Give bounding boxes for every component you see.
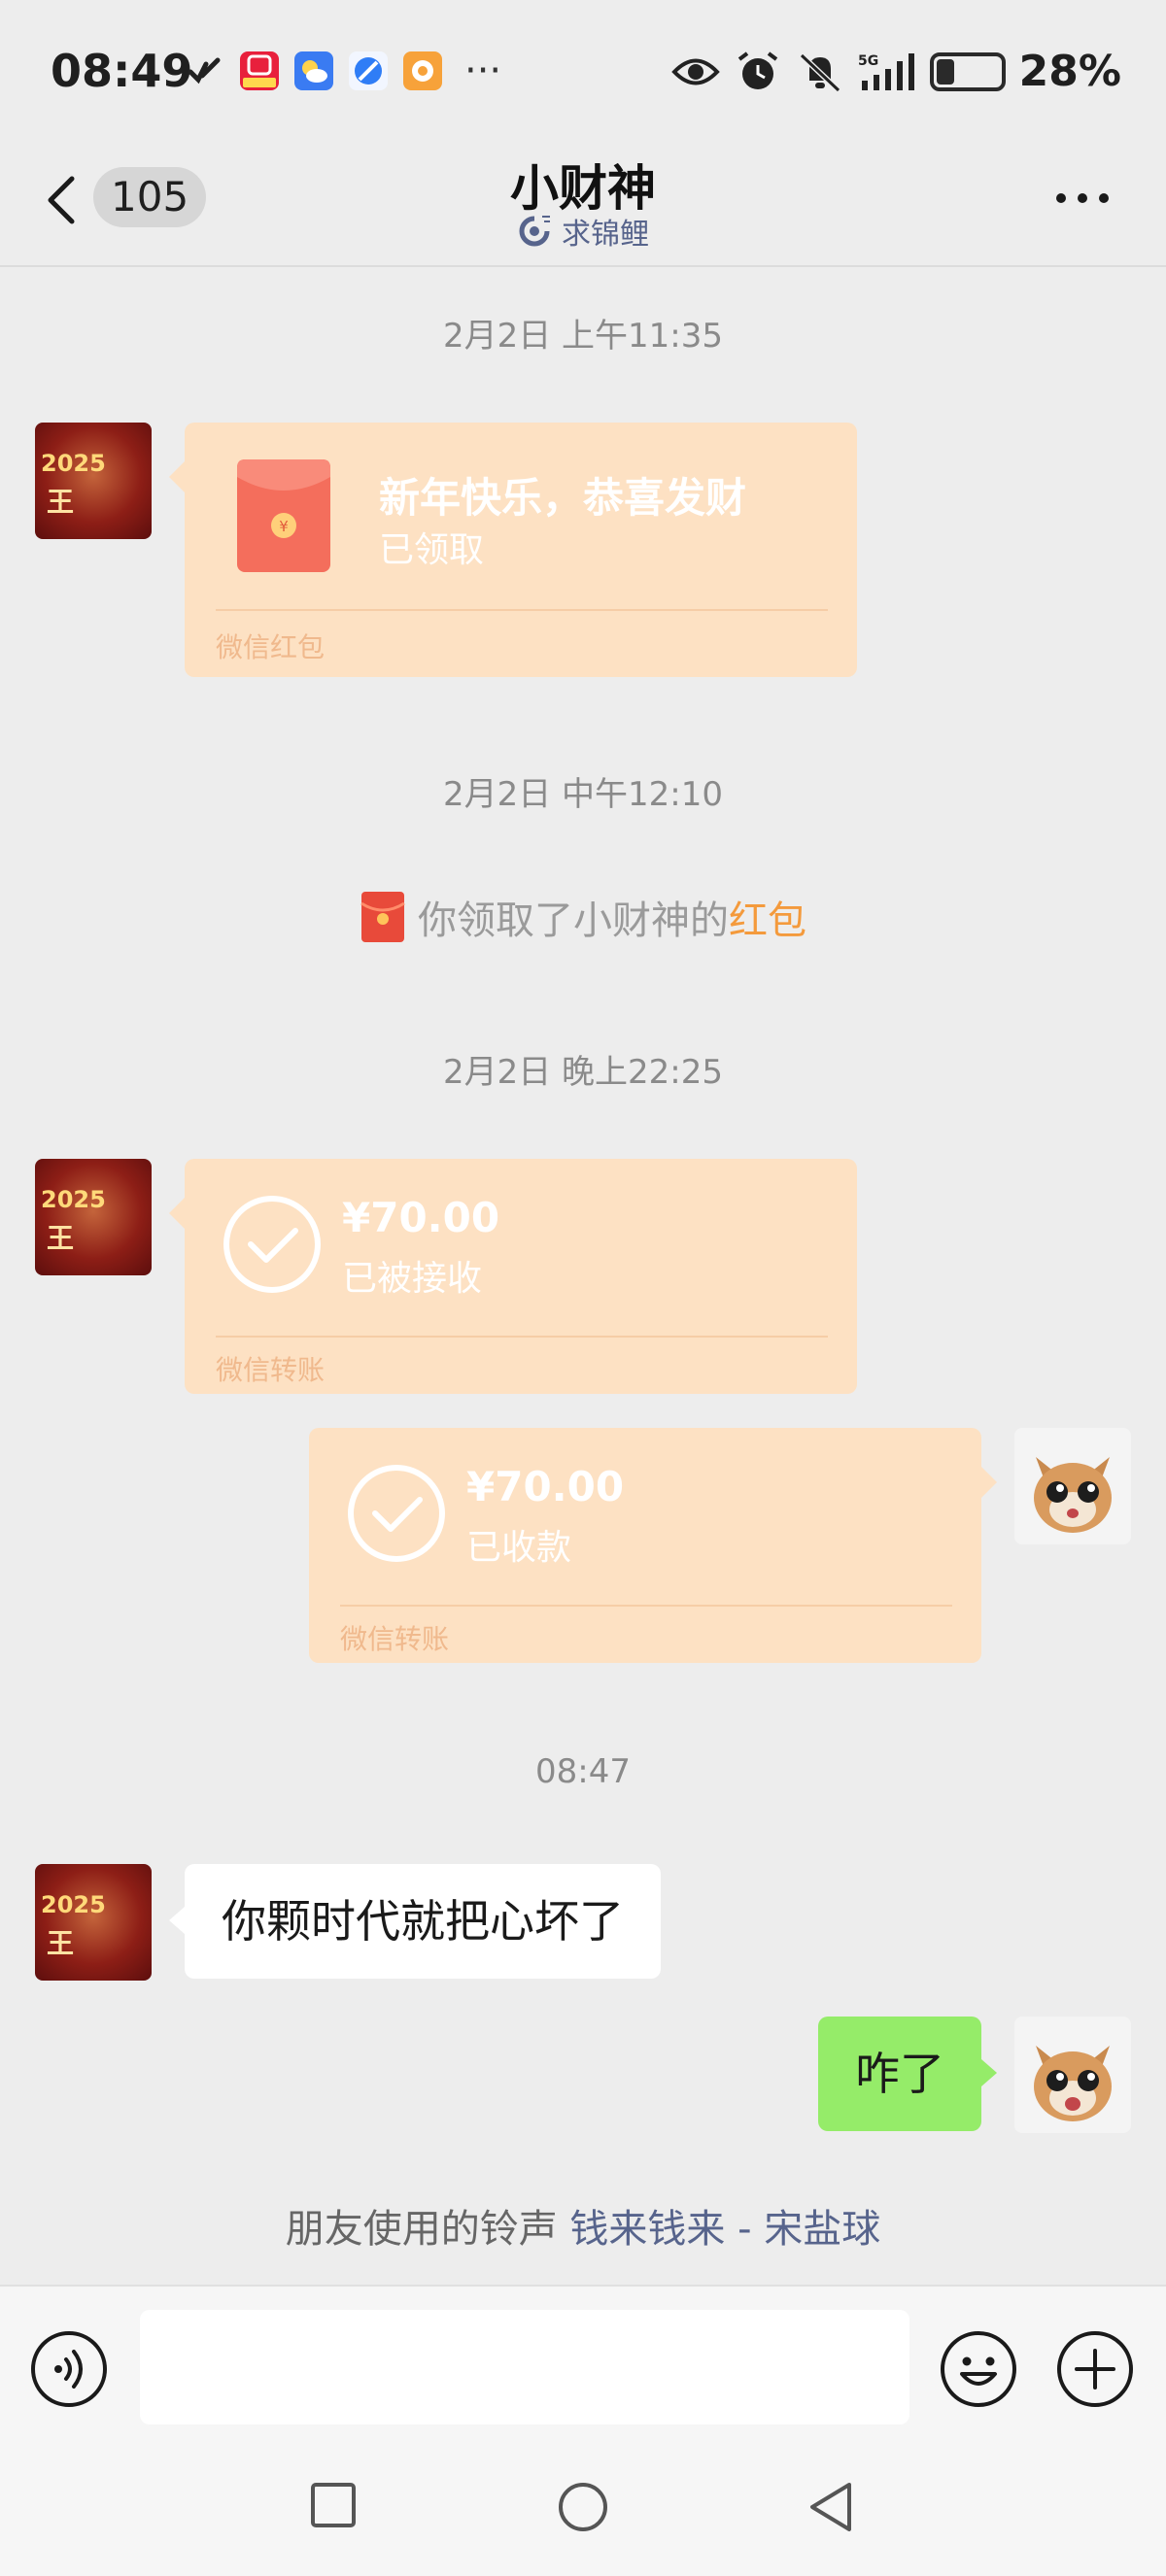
vpn-icon: [188, 57, 221, 85]
battery-percentage: 28%: [1018, 47, 1121, 96]
incoming-text-message[interactable]: 你颗时代就把心坏了: [169, 1864, 661, 1979]
battery-level: [936, 58, 954, 85]
red-packet-icon: ¥: [237, 459, 330, 572]
koi-status-icon: [519, 216, 550, 247]
red-packet-footer: 微信红包: [216, 631, 326, 663]
cat-avatar-icon: [1034, 1457, 1112, 1533]
red-packet-status: 已领取: [379, 530, 485, 570]
ringtone-info: 朋友使用的铃声 钱来钱来 - 宋盐球: [0, 2197, 1166, 2254]
eye-icon: [670, 58, 720, 85]
avatar-char-text: 王: [47, 1222, 75, 1254]
transfer-footer: 微信转账: [216, 1354, 326, 1386]
transfer-card-received[interactable]: ¥70.00 已被接收 微信转账: [169, 1159, 857, 1394]
chat-header: 105 小财神 求锦鲤: [0, 146, 1166, 267]
avatar-char-text: 王: [47, 1927, 75, 1959]
contact-avatar[interactable]: 2025 王: [35, 423, 152, 539]
emoji-icon[interactable]: [939, 2329, 1018, 2409]
more-options-icon[interactable]: [1053, 188, 1112, 208]
outgoing-text-message[interactable]: 咋了: [818, 2017, 997, 2131]
message-timestamp: 08:47: [535, 1752, 631, 1791]
cat-avatar-icon: [1034, 2046, 1112, 2121]
transfer-footer: 微信转账: [340, 1623, 450, 1655]
notice-text: 你领取了小财神的: [418, 898, 729, 943]
chat-status[interactable]: 求锦鲤: [0, 210, 1166, 253]
small-red-packet-icon: [360, 892, 405, 942]
transfer-status: 已被接收: [342, 1259, 483, 1299]
system-notice: 你领取了小财神的红包: [0, 889, 1166, 945]
status-more-indicator: ···: [464, 49, 502, 93]
transfer-amount: ¥70.00: [466, 1463, 625, 1510]
plus-more-icon[interactable]: [1055, 2329, 1135, 2409]
my-avatar[interactable]: [1014, 2017, 1131, 2133]
check-circle-icon: [348, 1465, 445, 1562]
notice-red-packet-link[interactable]: 红包: [729, 898, 806, 943]
status-app-icons: ···: [185, 51, 501, 91]
weather-app-icon: [294, 51, 333, 90]
status-time: 08:49: [51, 45, 193, 97]
ringtone-song-link[interactable]: 钱来钱来 - 宋盐球: [569, 2207, 880, 2252]
avatar-year-text: 2025: [41, 1186, 106, 1213]
my-avatar[interactable]: [1014, 1428, 1131, 1544]
message-input[interactable]: [140, 2310, 909, 2424]
avatar-char-text: 王: [47, 486, 75, 518]
photos-app-icon: [403, 51, 442, 90]
message-timestamp: 2月2日 上午11:35: [442, 317, 724, 356]
card-divider: [216, 1336, 828, 1338]
avatar-year-text: 2025: [41, 1891, 106, 1918]
recent-apps-icon[interactable]: [309, 2481, 358, 2529]
card-divider: [340, 1605, 952, 1607]
ringtone-label: 朋友使用的铃声: [285, 2207, 570, 2252]
system-back-icon[interactable]: [806, 2481, 855, 2533]
status-bar: 08:49 ··· 5G 28%: [0, 0, 1166, 146]
voice-input-icon[interactable]: [29, 2329, 109, 2409]
contact-avatar[interactable]: 2025 王: [35, 1159, 152, 1275]
browser-app-icon: [349, 51, 388, 90]
red-packet-greeting: 新年快乐，恭喜发财: [379, 474, 747, 522]
svg-text:¥: ¥: [279, 518, 289, 535]
alarm-icon: [737, 51, 777, 89]
message-timestamp: 2月2日 中午12:10: [442, 775, 724, 814]
transfer-card-sent[interactable]: ¥70.00 已收款 微信转账: [309, 1428, 997, 1663]
home-icon[interactable]: [557, 2481, 609, 2533]
transfer-status: 已收款: [466, 1528, 572, 1568]
svg-text:5G: 5G: [858, 53, 878, 69]
check-circle-icon: [223, 1196, 321, 1293]
mute-icon: [799, 52, 840, 92]
chat-status-text: 求锦鲤: [562, 218, 649, 252]
avatar-year-text: 2025: [41, 450, 106, 477]
signal-5g-icon: 5G: [858, 52, 914, 90]
transfer-amount: ¥70.00: [342, 1194, 500, 1241]
message-timestamp: 2月2日 晚上22:25: [442, 1053, 724, 1092]
battery-icon: [929, 51, 1006, 91]
red-envelope-app-icon: [240, 51, 279, 90]
input-bar: [0, 2285, 1166, 2430]
system-navigation-bar: [0, 2430, 1166, 2576]
red-packet-card[interactable]: ¥ 新年快乐，恭喜发财 已领取 微信红包: [169, 423, 857, 677]
card-divider: [216, 609, 828, 611]
contact-avatar[interactable]: 2025 王: [35, 1864, 152, 1981]
status-indicators: 5G 28%: [670, 47, 1121, 96]
